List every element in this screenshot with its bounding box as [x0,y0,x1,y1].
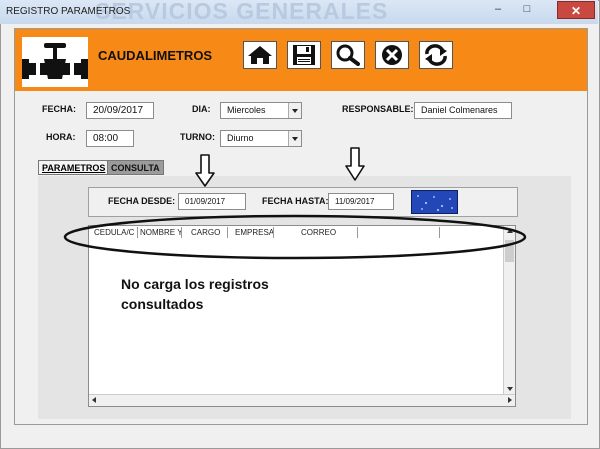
down-arrow-icon [345,147,365,181]
highlight-ellipse [63,214,527,260]
down-arrow-icon [195,154,215,187]
annotation-overlay [63,147,527,260]
